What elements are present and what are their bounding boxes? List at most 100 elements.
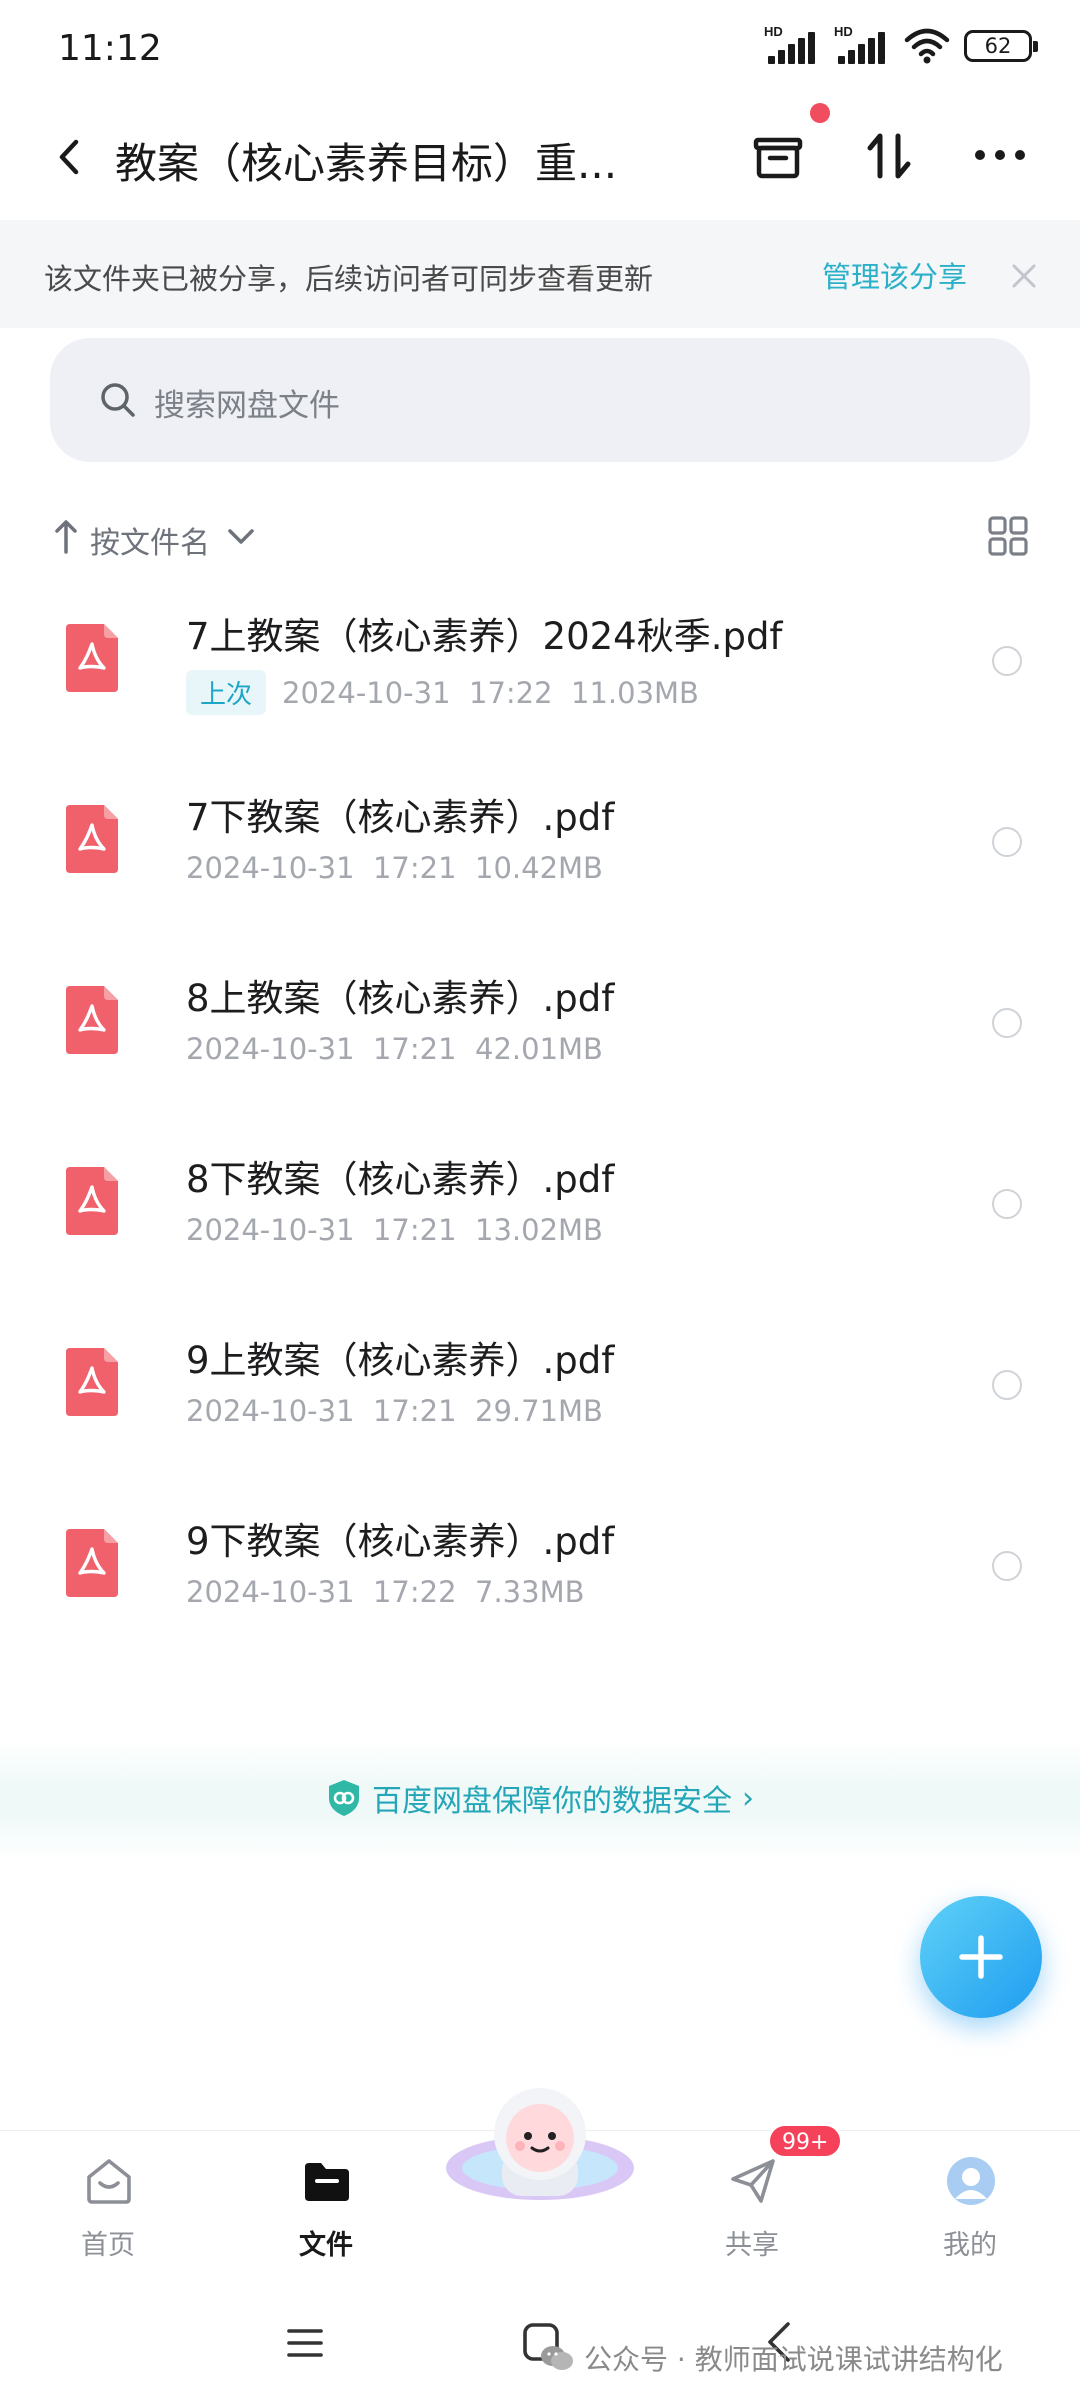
file-item[interactable]: 9下教案（核心素养）.pdf 2024-10-31 17:22 7.33MB — [0, 1483, 1080, 1663]
battery-level: 62 — [984, 34, 1012, 58]
file-name: 7下教案（核心素养）.pdf — [186, 796, 615, 839]
signal-hd-label: HD — [834, 24, 853, 39]
share-count-badge: 99+ — [768, 2124, 843, 2158]
assistant-mascot-icon[interactable] — [440, 2080, 640, 2200]
last-opened-badge: 上次 — [186, 670, 267, 715]
select-checkbox[interactable] — [992, 1189, 1022, 1219]
file-name: 7上教案（核心素养）2024秋季.pdf — [186, 615, 783, 658]
file-item[interactable]: 7上教案（核心素养）2024秋季.pdf 上次 2024-10-31 17:22… — [0, 578, 1080, 758]
nav-item-me[interactable]: 我的 — [900, 2141, 1040, 2271]
status-icons: HD HD 62 — [764, 24, 1038, 68]
security-banner-content: 百度网盘保障你的数据安全 › — [0, 1776, 1080, 1820]
file-date: 2024-10-31 — [186, 851, 355, 885]
system-navigation-bar: 公众号 · 教师面试说课试讲结构化 — [0, 2290, 1080, 2401]
file-name: 8上教案（核心素养）.pdf — [186, 977, 615, 1020]
chevron-left-icon[interactable] — [44, 132, 94, 182]
file-date: 2024-10-31 — [186, 1032, 355, 1066]
file-name: 9下教案（核心素养）.pdf — [186, 1520, 615, 1563]
signal-hd-label: HD — [764, 24, 783, 39]
sort-label[interactable]: 按文件名 — [90, 518, 210, 562]
file-size: 7.33MB — [475, 1575, 585, 1609]
pdf-file-icon — [66, 986, 118, 1054]
select-checkbox[interactable] — [992, 1008, 1022, 1038]
nav-label: 首页 — [81, 2230, 135, 2261]
wifi-icon — [904, 28, 950, 64]
select-checkbox[interactable] — [992, 1551, 1022, 1581]
file-item[interactable]: 9上教案（核心素养）.pdf 2024-10-31 17:21 29.71MB — [0, 1302, 1080, 1482]
security-banner[interactable]: 百度网盘保障你的数据安全 › — [0, 1740, 1080, 1860]
folder-icon — [305, 2163, 349, 2201]
nav-item-files[interactable]: 文件 — [256, 2141, 396, 2271]
security-text: 百度网盘保障你的数据安全 — [372, 1784, 732, 1819]
file-meta: 2024-10-31 17:21 10.42MB — [186, 851, 603, 885]
file-size: 10.42MB — [475, 851, 603, 885]
file-meta: 上次 2024-10-31 17:22 11.03MB — [186, 670, 699, 715]
file-time: 17:21 — [372, 1032, 457, 1066]
pdf-file-icon — [66, 1167, 118, 1235]
pdf-file-icon — [66, 624, 118, 692]
recycle-bin-icon[interactable] — [748, 126, 808, 186]
file-time: 17:21 — [372, 851, 457, 885]
manage-share-link[interactable]: 管理该分享 — [822, 254, 967, 296]
shield-icon — [329, 1780, 359, 1816]
status-bar: 11:12 HD HD 62 — [0, 0, 1080, 100]
file-date: 2024-10-31 — [186, 1394, 355, 1428]
file-meta: 2024-10-31 17:21 42.01MB — [186, 1032, 603, 1066]
home-icon — [87, 2159, 131, 2204]
select-checkbox[interactable] — [992, 646, 1022, 676]
signal-icon: HD — [834, 24, 890, 68]
grid-view-icon[interactable] — [986, 514, 1030, 558]
file-date: 2024-10-31 — [186, 1575, 355, 1609]
watermark: 公众号 · 教师面试说课试讲结构化 — [540, 2338, 1003, 2378]
nav-label: 我的 — [943, 2230, 997, 2261]
avatar-icon — [947, 2157, 995, 2205]
watermark-text: 公众号 · 教师面试说课试讲结构化 — [584, 2343, 1003, 2376]
file-size: 13.02MB — [475, 1213, 603, 1247]
file-date: 2024-10-31 — [282, 675, 451, 710]
select-checkbox[interactable] — [992, 1370, 1022, 1400]
transfer-icon[interactable] — [860, 126, 920, 186]
file-size: 11.03MB — [571, 675, 699, 710]
notification-dot — [810, 103, 830, 123]
search-input[interactable]: 搜索网盘文件 — [50, 338, 1030, 462]
chevron-right-icon: › — [742, 1780, 754, 1816]
nav-item-home[interactable]: 首页 — [38, 2141, 178, 2271]
file-name: 8下教案（核心素养）.pdf — [186, 1158, 615, 1201]
file-meta: 2024-10-31 17:22 7.33MB — [186, 1575, 585, 1609]
file-name: 9上教案（核心素养）.pdf — [186, 1339, 615, 1382]
share-notice-text: 该文件夹已被分享，后续访问者可同步查看更新 — [44, 262, 654, 296]
menu-icon[interactable] — [286, 2326, 324, 2360]
file-item[interactable]: 7下教案（核心素养）.pdf 2024-10-31 17:21 10.42MB — [0, 759, 1080, 939]
file-item[interactable]: 8上教案（核心素养）.pdf 2024-10-31 17:21 42.01MB — [0, 940, 1080, 1120]
file-item[interactable]: 8下教案（核心素养）.pdf 2024-10-31 17:21 13.02MB — [0, 1121, 1080, 1301]
file-time: 17:22 — [372, 1575, 457, 1609]
sort-arrow-up-icon[interactable] — [52, 516, 80, 556]
file-time: 17:21 — [372, 1394, 457, 1428]
search-icon — [101, 383, 135, 417]
nav-item-share[interactable]: 共享 — [682, 2141, 822, 2271]
file-time: 17:21 — [372, 1213, 457, 1247]
pdf-file-icon — [66, 1348, 118, 1416]
close-icon[interactable] — [1010, 262, 1038, 290]
file-size: 42.01MB — [475, 1032, 603, 1066]
battery-icon: 62 — [964, 30, 1038, 62]
sort-row: 按文件名 — [0, 508, 1080, 564]
file-size: 29.71MB — [475, 1394, 603, 1428]
header: 教案（核心素养目标）重... — [0, 103, 1080, 206]
select-checkbox[interactable] — [992, 827, 1022, 857]
add-button[interactable] — [920, 1896, 1042, 2018]
file-time: 17:22 — [469, 675, 553, 710]
plus-icon — [959, 1935, 1003, 1979]
send-icon — [731, 2159, 775, 2203]
signal-icon: HD — [764, 24, 820, 68]
file-meta: 2024-10-31 17:21 13.02MB — [186, 1213, 603, 1247]
wechat-icon — [541, 2346, 573, 2370]
share-banner: 该文件夹已被分享，后续访问者可同步查看更新 管理该分享 — [0, 220, 1080, 328]
pdf-file-icon — [66, 805, 118, 873]
chevron-down-icon[interactable] — [226, 526, 256, 548]
search-placeholder: 搜索网盘文件 — [154, 388, 340, 424]
more-icon[interactable] — [970, 130, 1030, 180]
nav-label: 共享 — [725, 2230, 779, 2261]
page-title: 教案（核心素养目标）重... — [115, 139, 618, 188]
status-time: 11:12 — [58, 28, 162, 69]
